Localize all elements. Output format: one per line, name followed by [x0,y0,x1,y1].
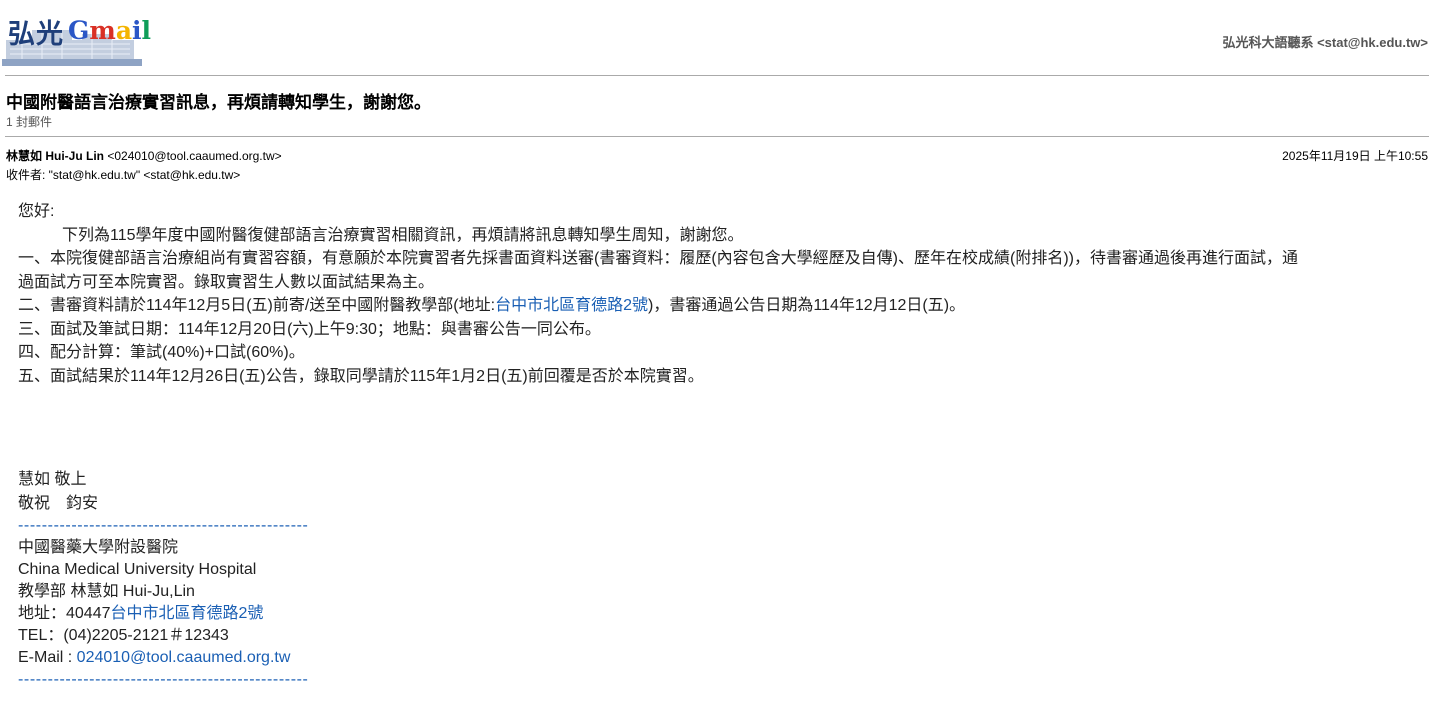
logo: 弘光 Gmail [2,4,151,66]
sig-tel: TEL：(04)2205-2121＃12343 [18,627,229,644]
sig-email-label: E-Mail : [18,649,77,666]
signature-divider-bottom: ----------------------------------------… [18,671,309,688]
closing-wishes: 敬祝 鈞安 [18,494,99,512]
item-3: 三、面試及筆試日期：114年12月20日(六)上午9:30；地點：與書審公告一同… [18,320,601,338]
closing-name: 慧如 敬上 [18,471,87,488]
thread-divider [5,136,1429,137]
item-2-post: )，書審通過公告日期為114年12月12日(五)。 [648,297,966,314]
message-date: 2025年11月19日 上午10:55 [1282,149,1428,163]
account-label: 弘光科大語聽系 <stat@hk.edu.tw> [1222,35,1428,50]
logo-text-school: 弘光 [8,19,64,50]
logo-gmail-letter: i [132,16,142,45]
sig-email: E-Mail : 024010@tool.caaumed.org.tw [18,647,1418,669]
greeting: 您好: [18,203,55,220]
logo-gmail-letter: G [68,16,90,45]
item-4: 四、配分計算：筆試(40%)+口試(60%)。 [18,344,305,361]
sig-email-link[interactable]: 024010@tool.caaumed.org.tw [77,649,291,666]
thread-subject: 中國附醫語言治療實習訊息，再煩請轉知學生，謝謝您。 [6,93,431,112]
signature-divider-top: ----------------------------------------… [18,517,309,534]
recipient-line: 收件者: "stat@hk.edu.tw" <stat@hk.edu.tw> [6,168,241,182]
sig-org-cn: 中國醫藥大學附設醫院 [18,539,179,556]
address-link[interactable]: 台中市北區育德路2號 [495,297,648,314]
header-divider [5,75,1429,76]
logo-gmail-letter: a [115,16,133,45]
logo-gmail-letter: m [89,16,116,45]
item-2: 二、書審資料請於114年12月5日(五)前寄/送至中國附醫教學部(地址:台中市北… [18,294,1418,318]
message-count: 1 封郵件 [6,115,53,129]
logo-text-gmail: Gmail [68,16,151,45]
intro-paragraph: 下列為115學年度中國附醫復健部語言治療實習相關資訊，再煩請將訊息轉知學生周知，… [62,226,744,244]
logo-gmail-letter: l [141,16,152,45]
sig-dept: 教學部 林慧如 Hui-Ju,Lin [18,583,195,600]
message-body: 您好: 下列為115學年度中國附醫復健部語言治療實習相關資訊，再煩請將訊息轉知學… [18,200,1418,691]
sender-email: <024010@tool.caaumed.org.tw> [107,149,282,163]
item-2-pre: 二、書審資料請於114年12月5日(五)前寄/送至中國附醫教學部(地址: [18,297,496,314]
signature: ----------------------------------------… [18,515,1418,691]
item-1-line-1: 一、本院復健部語言治療組尚有實習容額，有意願於本院實習者先採書面資料送審(書審資… [18,250,1298,267]
sig-address: 地址：40447台中市北區育德路2號 [18,603,1418,625]
sig-address-link[interactable]: 台中市北區育德路2號 [111,605,264,622]
sender-line: 林慧如 Hui-Ju Lin <024010@tool.caaumed.org.… [6,147,282,164]
sig-org-en: China Medical University Hospital [18,561,257,578]
sender-name: 林慧如 Hui-Ju Lin [6,149,104,163]
sig-address-label: 地址：40447 [18,605,111,622]
item-1-line-2: 過面試方可至本院實習。錄取實習生人數以面試結果為主。 [18,273,435,291]
item-5: 五、面試結果於114年12月26日(五)公告，錄取同學請於115年1月2日(五)… [18,367,704,385]
